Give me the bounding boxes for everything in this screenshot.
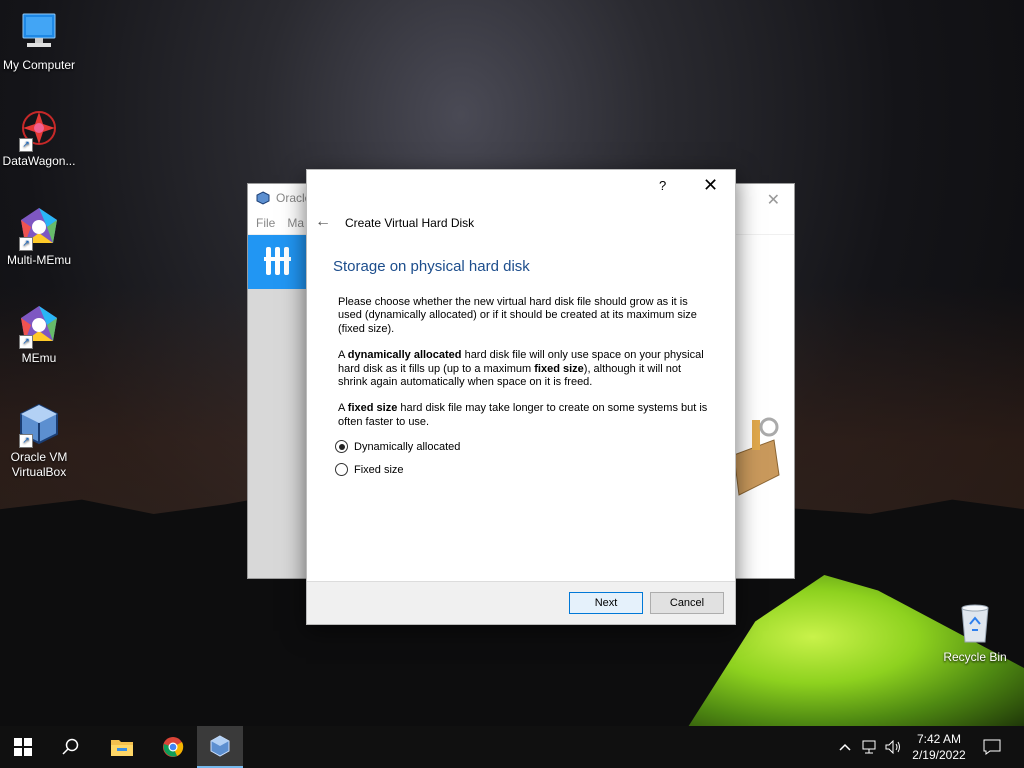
radio-button-selected[interactable] — [335, 440, 348, 453]
windows-logo-icon — [14, 738, 32, 756]
page-heading: Storage on physical hard disk — [333, 258, 530, 275]
next-button[interactable]: Next — [569, 592, 643, 614]
virtualbox-icon — [210, 735, 230, 757]
show-hidden-icons-button[interactable] — [838, 726, 852, 768]
radio-label: Fixed size — [354, 463, 404, 476]
radio-label: Dynamically allocated — [354, 440, 461, 453]
desktop-icon-label: Multi-MEmu — [6, 253, 71, 267]
close-icon[interactable]: ✕ — [703, 175, 718, 196]
clock-time: 7:42 AM — [916, 732, 962, 746]
multi-memu-icon: ↗ — [17, 205, 61, 251]
notification-icon — [983, 739, 1001, 755]
virtualbox-icon: ↗ — [17, 402, 61, 448]
wizard-title: Create Virtual Hard Disk — [345, 216, 475, 230]
desktop-icon-label: Oracle VM VirtualBox — [10, 450, 68, 479]
vbox-tools-item[interactable] — [248, 235, 307, 289]
taskbar-virtualbox[interactable] — [197, 726, 243, 768]
desktop-icon-label: Recycle Bin — [943, 650, 1007, 664]
vbox-close-icon[interactable]: ✕ — [767, 190, 780, 210]
clock-date: 2/19/2022 — [912, 748, 966, 762]
datawagon-icon: ↗ — [17, 106, 61, 152]
cancel-button[interactable]: Cancel — [650, 592, 724, 614]
desktop-icon-label: MEmu — [21, 351, 57, 365]
folder-icon — [111, 740, 133, 756]
recycle-bin-icon — [953, 602, 997, 646]
taskbar-chrome[interactable] — [150, 726, 196, 768]
create-virtual-hard-disk-dialog: ? ✕ ← Create Virtual Hard Disk Storage o… — [306, 169, 736, 625]
clock[interactable]: 7:42 AM 2/19/2022 — [905, 731, 973, 763]
vbox-sidebar — [248, 289, 307, 578]
volume-button[interactable] — [885, 726, 903, 768]
network-button[interactable] — [862, 726, 880, 768]
search-button[interactable] — [48, 726, 94, 768]
description-paragraph-3: A fixed size hard disk file may take lon… — [338, 402, 708, 428]
notifications-button[interactable] — [983, 726, 1001, 768]
shortcut-arrow-icon: ↗ — [19, 434, 33, 448]
help-button[interactable]: ? — [659, 178, 666, 193]
volume-icon — [885, 740, 900, 754]
tools-icon — [264, 247, 291, 275]
menu-file[interactable]: File — [256, 216, 275, 230]
virtualbox-icon — [256, 191, 270, 205]
shortcut-arrow-icon: ↗ — [19, 335, 33, 349]
network-icon — [862, 740, 876, 754]
menu-machine[interactable]: Ma — [287, 216, 304, 230]
desktop-icon-recycle-bin[interactable]: Recycle Bin — [936, 602, 1014, 665]
radio-dynamically-allocated[interactable]: Dynamically allocated — [335, 440, 460, 453]
search-icon — [62, 738, 79, 755]
radio-button[interactable] — [335, 463, 348, 476]
desktop-icon-label: DataWagon... — [2, 154, 76, 168]
shortcut-arrow-icon: ↗ — [19, 237, 33, 251]
start-button[interactable] — [0, 726, 46, 768]
dialog-footer: Next Cancel — [307, 581, 735, 624]
radio-fixed-size[interactable]: Fixed size — [335, 463, 404, 476]
shortcut-arrow-icon: ↗ — [19, 138, 33, 152]
taskbar: 7:42 AM 2/19/2022 — [0, 726, 1024, 768]
desktop-icon-my-computer[interactable]: My Computer — [0, 10, 78, 73]
memu-icon: ↗ — [17, 303, 61, 349]
desktop-icon-virtualbox[interactable]: ↗ Oracle VM VirtualBox — [0, 402, 78, 480]
description: Please choose whether the new virtual ha… — [338, 296, 713, 442]
back-arrow-icon[interactable]: ← — [315, 213, 331, 231]
chevron-up-icon — [839, 743, 851, 751]
desktop-icon-label: My Computer — [2, 58, 76, 72]
desktop-icon-datawagon[interactable]: ↗ DataWagon... — [0, 106, 78, 169]
description-paragraph-1: Please choose whether the new virtual ha… — [338, 296, 697, 335]
desktop-icon-memu[interactable]: ↗ MEmu — [0, 303, 78, 366]
taskbar-file-explorer[interactable] — [99, 726, 145, 768]
desktop-icon-multi-memu[interactable]: ↗ Multi-MEmu — [0, 205, 78, 268]
computer-icon — [17, 10, 61, 54]
description-paragraph-2: A dynamically allocated hard disk file w… — [338, 349, 704, 389]
chrome-icon — [163, 737, 184, 757]
